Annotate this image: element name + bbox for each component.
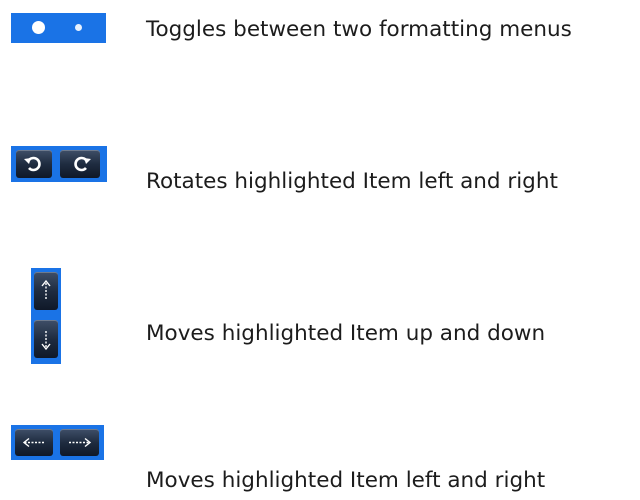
- down-arrow-icon: [41, 331, 51, 351]
- rotate-buttons-icon: [11, 146, 107, 182]
- page-toggle-dots-icon[interactable]: [11, 13, 106, 43]
- up-down-description: Moves highlighted Item up and down: [146, 321, 546, 346]
- active-page-dot: [32, 21, 45, 34]
- rotate-left-button[interactable]: [16, 150, 52, 178]
- move-down-button[interactable]: [34, 320, 58, 358]
- inactive-page-dot: [75, 24, 82, 31]
- move-up-button[interactable]: [34, 272, 58, 310]
- rotate-right-icon: [74, 156, 91, 172]
- rotate-left-icon: [24, 156, 41, 172]
- move-right-button[interactable]: [60, 429, 99, 456]
- left-right-description: Moves highlighted Item left and right: [146, 468, 546, 493]
- left-right-buttons-icon: [11, 425, 104, 460]
- rotate-right-button[interactable]: [60, 150, 100, 178]
- left-arrow-icon: [22, 437, 44, 448]
- rotate-description: Rotates highlighted Item left and right: [146, 169, 558, 194]
- move-left-button[interactable]: [15, 429, 53, 456]
- toggle-description: Toggles between two formatting menus: [146, 17, 572, 42]
- up-arrow-icon: [41, 279, 51, 299]
- up-down-buttons-icon: [31, 268, 61, 364]
- right-arrow-icon: [69, 437, 92, 448]
